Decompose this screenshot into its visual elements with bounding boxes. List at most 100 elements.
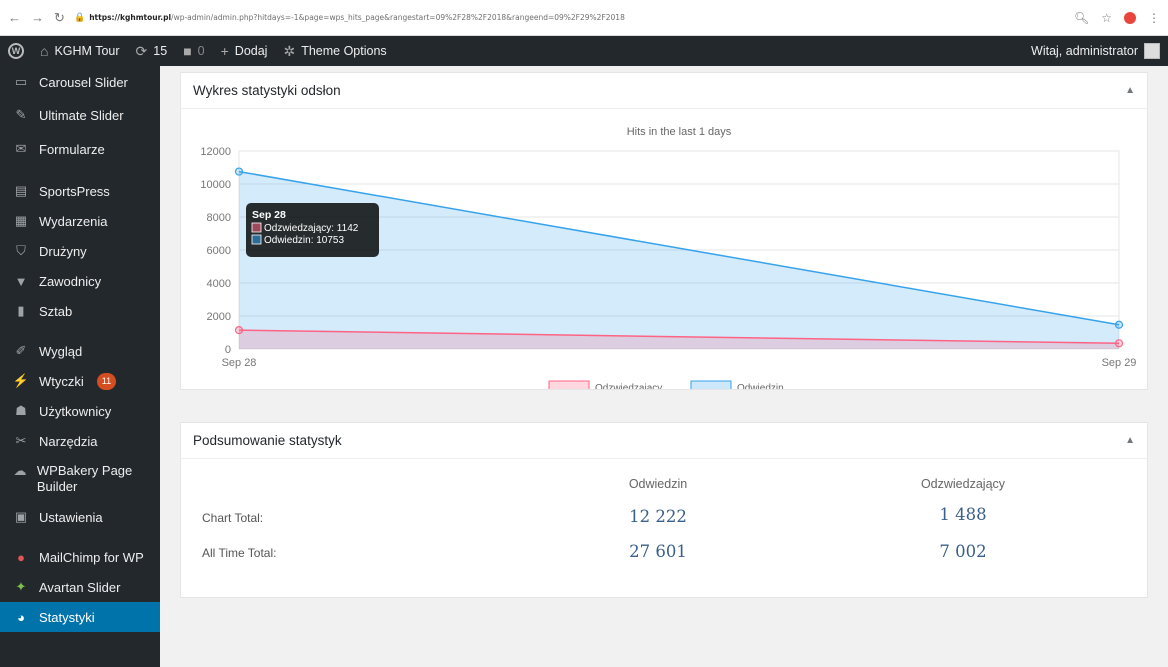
sidebar-item-label: Ustawienia — [39, 509, 103, 525]
column-header-visitors: Odzwiedzający — [920, 477, 1006, 491]
envelope-icon: ✉ — [15, 141, 27, 156]
sidebar-item-formularze[interactable]: ✉ Formularze — [0, 132, 160, 166]
sidebar-item-sztab[interactable]: ▮ Sztab — [0, 296, 160, 326]
legend-label: Odzwiedzający — [595, 383, 662, 389]
plus-icon: + — [220, 43, 229, 59]
pie-chart-icon: ◕ — [17, 609, 25, 625]
sidebar-item-label: Zawodnicy — [39, 273, 102, 289]
comments-count: 0 — [197, 44, 205, 58]
y-tick-label: 8000 — [207, 212, 231, 224]
forward-icon[interactable]: → — [31, 10, 44, 26]
sidebar-item-ustawienia[interactable]: ▣ Ustawienia — [0, 502, 160, 532]
back-icon[interactable]: ← — [8, 10, 21, 26]
reload-icon[interactable]: ↻ — [54, 10, 65, 26]
tooltip-line: Odzwiedzający: 1142 — [264, 223, 359, 234]
sidebar-item-label: WPBakery Page Builder — [36, 463, 133, 494]
site-name-link[interactable]: ⌂ KGHM Tour — [32, 36, 128, 66]
shirt-icon: ▼ — [14, 273, 28, 289]
data-point — [234, 326, 244, 335]
sidebar-item-zawodnicy[interactable]: ▼ Zawodnicy — [0, 266, 160, 296]
chart-panel: Wykres statystyki odsłon ▲ Hits in the l… — [180, 72, 1148, 390]
sidebar-item-label: MailChimp for WP — [39, 549, 144, 565]
pin-icon: ✎ — [15, 107, 27, 122]
admin-sidebar: ▭ Carousel Slider ✎ Ultimate Slider ✉ Fo… — [0, 66, 160, 667]
shield-icon: ⛉ — [16, 243, 26, 258]
tooltip-line: Odwiedzin: 10753 — [264, 235, 344, 246]
sidebar-item-label: Carousel Slider — [39, 74, 128, 90]
tooltip-swatch — [251, 234, 262, 245]
data-point — [1114, 339, 1124, 348]
sidebar-item-label: SportsPress — [39, 183, 110, 199]
updates-count: 15 — [153, 44, 168, 58]
all-time-total-visits: 27 601 — [629, 542, 687, 561]
sidebar-item-wyglad[interactable]: ✐ Wygląd — [0, 336, 160, 366]
sidebar-item-statystyki[interactable]: ◕ Statystyki — [0, 602, 160, 632]
x-tick-label: Sep 29 — [1102, 357, 1137, 369]
sidebar-item-wtyczki[interactable]: ⚡ Wtyczki 11 — [0, 366, 160, 396]
data-point — [1114, 320, 1124, 329]
legend-swatch — [690, 380, 732, 389]
sidebar-item-label: Wydarzenia — [39, 213, 108, 229]
y-tick-label: 4000 — [207, 278, 231, 290]
users-icon: ☗ — [15, 403, 27, 418]
sidebar-item-carousel-slider[interactable]: ▭ Carousel Slider — [0, 66, 160, 98]
bookmark-star-icon[interactable]: ☆ — [1101, 11, 1112, 25]
sidebar-item-avartan-slider[interactable]: ✦ Avartan Slider — [0, 572, 160, 602]
tooltip-swatch — [251, 222, 262, 233]
summary-panel-header[interactable]: Podsumowanie statystyk ▲ — [181, 423, 1147, 459]
browser-menu-icon[interactable]: ⋮ — [1148, 11, 1160, 25]
theme-options-link[interactable]: ✲ Theme Options — [275, 36, 394, 66]
chart-panel-header[interactable]: Wykres statystyki odsłon ▲ — [181, 73, 1147, 109]
sidebar-item-wydarzenia[interactable]: ▦ Wydarzenia — [0, 206, 160, 236]
url-path: /wp-admin/admin.php?hitdays=-1&page=wps_… — [171, 13, 625, 22]
sidebar-item-mailchimp[interactable]: ● MailChimp for WP — [0, 542, 160, 572]
avartan-icon: ✦ — [15, 579, 27, 594]
greeting: Witaj, administrator — [1031, 44, 1138, 58]
y-tick-label: 0 — [225, 344, 231, 356]
url-host: https://kghmtour.pl — [89, 13, 172, 22]
sidebar-item-ultimate-slider[interactable]: ✎ Ultimate Slider — [0, 98, 160, 132]
sidebar-item-wpbakery[interactable]: ☁ WPBakery Page Builder — [0, 456, 160, 502]
sidebar-item-uzytkownicy[interactable]: ☗ Użytkownicy — [0, 396, 160, 426]
wrench-icon: ✂ — [15, 433, 27, 448]
series-area-0 — [239, 171, 1119, 349]
collapse-toggle-icon[interactable]: ▲ — [1125, 85, 1135, 96]
address-bar[interactable]: https://kghmtour.pl/wp-admin/admin.php?h… — [89, 13, 1074, 22]
wp-logo-button[interactable]: W — [0, 36, 32, 66]
sidebar-item-label: Formularze — [39, 141, 105, 157]
y-tick-label: 2000 — [207, 311, 231, 323]
new-label: Dodaj — [234, 44, 268, 58]
sidebar-item-label: Avartan Slider — [39, 579, 121, 595]
comments-link[interactable]: ■ 0 — [175, 36, 212, 66]
browser-nav: ← → ↻ — [8, 10, 68, 26]
account-menu[interactable]: Witaj, administrator — [1023, 36, 1168, 66]
panel-title: Podsumowanie statystyk — [193, 433, 342, 448]
y-tick-label: 6000 — [207, 245, 231, 257]
brush-icon: ✐ — [15, 343, 27, 358]
sidebar-item-sportspress[interactable]: ▤ SportsPress — [0, 176, 160, 206]
row-label-all-time-total: All Time Total: — [202, 546, 277, 560]
sidebar-item-narzedzia[interactable]: ✂ Narzędzia — [0, 426, 160, 456]
collapse-toggle-icon[interactable]: ▲ — [1125, 435, 1135, 446]
wordpress-logo-icon: W — [8, 43, 24, 59]
chart-total-visits: 12 222 — [629, 507, 687, 526]
legend-swatch — [548, 380, 590, 389]
settings-icon: ▣ — [14, 509, 28, 524]
updates-link[interactable]: ⟳ 15 — [128, 36, 176, 66]
browser-toolbar: ← → ↻ 🔒 https://kghmtour.pl/wp-admin/adm… — [0, 0, 1168, 36]
row-label-chart-total: Chart Total: — [202, 511, 264, 525]
column-header-visits: Odwiedzin — [628, 477, 688, 491]
legend-label: Odwiedzin — [737, 383, 784, 389]
lock-icon[interactable]: 🔒 — [74, 12, 85, 23]
chart-title: Hits in the last 1 days — [627, 126, 732, 138]
summary-panel: Podsumowanie statystyk ▲ Odwiedzin Odzwi… — [180, 422, 1148, 598]
x-tick-label: Sep 28 — [222, 357, 257, 369]
new-content-link[interactable]: + Dodaj — [213, 36, 276, 66]
hits-area-chart: Hits in the last 1 days 0 2000 4000 6000 8000… — [200, 126, 1137, 389]
extension-icon[interactable] — [1124, 11, 1136, 24]
zoom-icon[interactable]: 🔍︎ — [1074, 11, 1089, 25]
sidebar-item-label: Statystyki — [39, 609, 95, 625]
sidebar-item-druzyny[interactable]: ⛉ Drużyny — [0, 236, 160, 266]
sidebar-item-label: Wtyczki — [39, 373, 84, 389]
sportspress-icon: ▤ — [14, 183, 28, 198]
